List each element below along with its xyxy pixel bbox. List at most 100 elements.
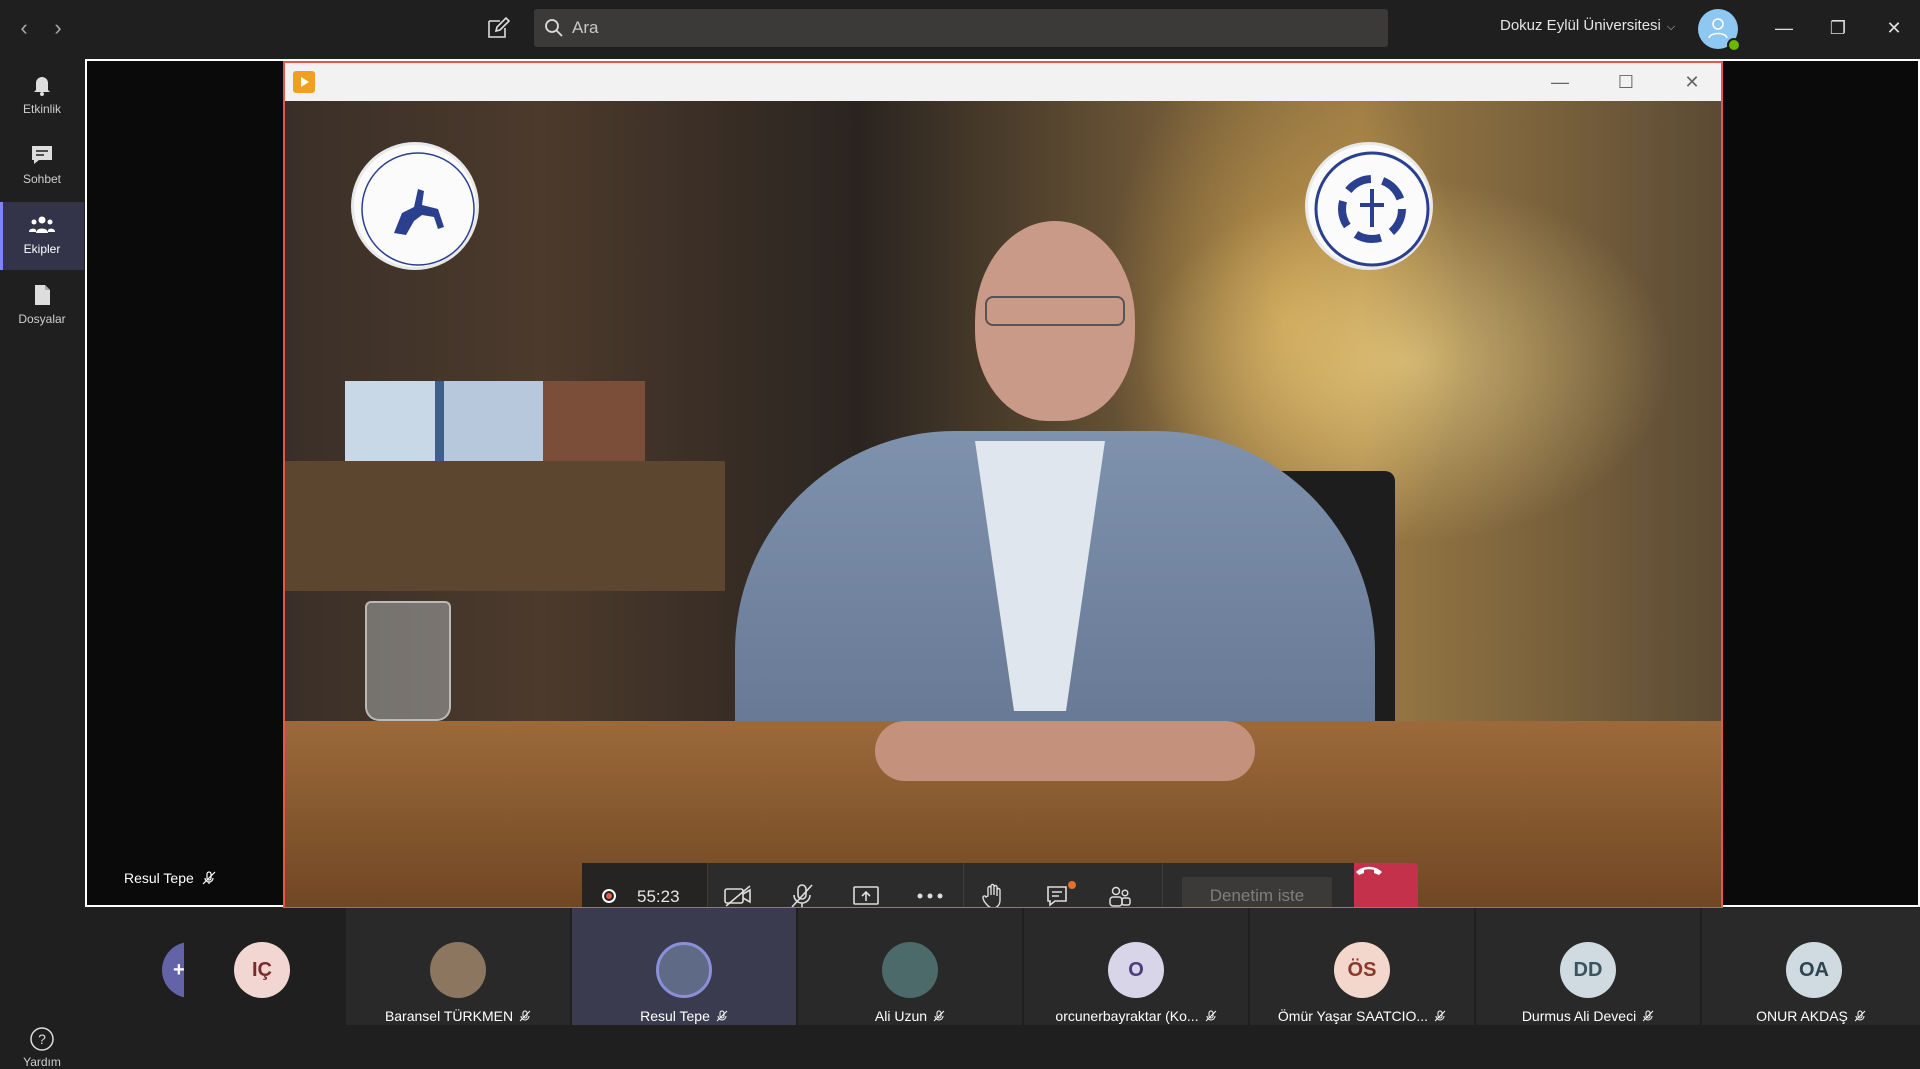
help-icon: ?: [30, 1027, 54, 1051]
participant-tile[interactable]: IÇ: [184, 908, 308, 1025]
search-input[interactable]: [572, 9, 1372, 47]
rail-item-label: Ekipler: [23, 242, 61, 256]
more-actions-button[interactable]: [900, 863, 960, 907]
mic-muted-icon: [1205, 1009, 1217, 1022]
rail-item-files[interactable]: Dosyalar: [0, 272, 84, 340]
bell-icon: [29, 72, 55, 98]
avatar: DD: [1560, 942, 1616, 998]
unread-badge: [1068, 881, 1076, 889]
participant-tile[interactable]: ÖS Ömür Yaşar SAATCIO...: [1250, 908, 1474, 1025]
raise-hand-button[interactable]: [964, 863, 1024, 907]
avatar: IÇ: [234, 942, 290, 998]
participant-name: Ali Uzun: [798, 1008, 1022, 1024]
rail-item-chat[interactable]: Sohbet: [0, 132, 84, 200]
compose-icon[interactable]: [484, 14, 512, 42]
mic-muted-icon: [519, 1009, 531, 1022]
participant-name: Durmus Ali Deveci: [1476, 1008, 1700, 1024]
mic-muted-icon: [1642, 1009, 1654, 1022]
profile-avatar[interactable]: [1698, 9, 1741, 52]
participant-tile[interactable]: Ali Uzun: [798, 908, 1022, 1025]
avatar: [882, 942, 938, 998]
svg-text:?: ?: [38, 1031, 46, 1047]
restore-icon[interactable]: ❐: [1818, 12, 1858, 44]
app-rail: Etkinlik Sohbet Ekipler Dosyalar ? Yardı…: [0, 56, 84, 1069]
file-icon: [29, 282, 55, 308]
mic-button[interactable]: [772, 863, 832, 907]
recording-timer: 55:23: [582, 863, 707, 907]
camera-off-icon: [724, 885, 751, 907]
hang-up-button[interactable]: [1354, 863, 1418, 907]
speaker-name: Resul Tepe: [124, 870, 194, 886]
mic-muted-icon: [1854, 1009, 1866, 1022]
participant-name: orcunerbayraktar (Ko...: [1024, 1008, 1248, 1024]
back-arrow-icon[interactable]: ‹: [10, 14, 38, 42]
request-control-button[interactable]: Denetim iste: [1182, 877, 1332, 907]
hang-up-icon: [1356, 866, 1382, 875]
rail-item-label: Etkinlik: [22, 102, 61, 116]
toolbar-divider: [1162, 863, 1163, 907]
org-name: Dokuz Eylül Üniversitesi: [1500, 17, 1661, 34]
show-conversation-button[interactable]: [1028, 863, 1088, 907]
recording-icon: [602, 889, 616, 903]
raise-hand-icon: [982, 883, 1001, 907]
presence-available-icon: [1727, 38, 1741, 52]
chevron-down-icon: ⌵: [1666, 21, 1676, 33]
search-box[interactable]: [534, 9, 1388, 47]
player-maximize-icon[interactable]: ☐: [1601, 67, 1651, 97]
player-close-icon[interactable]: ✕: [1667, 67, 1717, 97]
title-bar: ‹ › Dokuz Eylül Üniversitesi ⌵ — ❐ ✕: [0, 0, 1920, 56]
org-switcher[interactable]: Dokuz Eylül Üniversitesi ⌵: [1500, 17, 1675, 34]
show-participants-button[interactable]: [1090, 863, 1150, 907]
water-glass: [365, 601, 451, 721]
speaker-glasses: [985, 296, 1125, 326]
rail-item-teams[interactable]: Ekipler: [0, 202, 84, 270]
help-button[interactable]: ? Yardım: [0, 1026, 84, 1069]
conversation-icon: [1047, 886, 1067, 907]
help-label: Yardım: [23, 1055, 61, 1069]
player-title-bar: — ☐ ✕: [285, 63, 1721, 101]
avatar: ÖS: [1334, 942, 1390, 998]
university-logo: [351, 142, 479, 270]
participant-tile[interactable]: OA ONUR AKDAŞ: [1702, 908, 1920, 1025]
speaker-hands: [875, 721, 1255, 781]
video-frame: 55:23 Denetim iste: [285, 101, 1721, 907]
player-minimize-icon[interactable]: —: [1535, 67, 1585, 97]
avatar: O: [1108, 942, 1164, 998]
call-duration: 55:23: [637, 887, 680, 906]
mic-muted-icon: [202, 871, 216, 885]
camera-off-button[interactable]: [708, 863, 768, 907]
mic-muted-icon: [716, 1009, 728, 1022]
participant-tile[interactable]: O orcunerbayraktar (Ko...: [1024, 908, 1248, 1025]
avatar: OA: [1786, 942, 1842, 998]
teams-icon: [29, 212, 55, 238]
more-icon: [917, 893, 943, 899]
participant-name: Baransel TÜRKMEN: [346, 1008, 570, 1024]
mic-muted-icon: [1434, 1009, 1446, 1022]
bookshelf: [285, 461, 725, 591]
rail-item-activity[interactable]: Etkinlik: [0, 62, 84, 130]
chat-icon: [29, 142, 55, 168]
participants-icon: [1109, 886, 1131, 907]
share-screen-icon: [853, 886, 879, 905]
participant-tile[interactable]: Baransel TÜRKMEN: [346, 908, 570, 1025]
share-screen-button[interactable]: [836, 863, 896, 907]
mic-off-icon: [791, 884, 813, 907]
minimize-icon[interactable]: —: [1764, 12, 1804, 44]
avatar: [656, 942, 712, 998]
participant-tile[interactable]: Resul Tepe: [572, 908, 796, 1025]
call-toolbar: 55:23 Denetim iste: [582, 863, 1418, 907]
participant-name: Resul Tepe: [572, 1008, 796, 1024]
participants-strip: +91 IÇ Baransel TÜRKMEN Resul Tepe Ali U…: [84, 908, 1920, 1025]
participant-name: Ömür Yaşar SAATCIO...: [1250, 1008, 1474, 1024]
rail-item-label: Dosyalar: [18, 312, 66, 326]
close-window-icon[interactable]: ✕: [1874, 12, 1914, 44]
speaker-name-label: Resul Tepe: [124, 870, 216, 886]
mic-muted-icon: [933, 1009, 945, 1022]
forward-arrow-icon[interactable]: ›: [44, 14, 72, 42]
rail-item-label: Sohbet: [22, 172, 62, 186]
media-player-app-icon: [293, 71, 315, 93]
shared-screen-window: — ☐ ✕ 55:23 Denetim iste: [283, 61, 1723, 909]
avatar: [430, 942, 486, 998]
search-icon: [544, 18, 564, 38]
participant-tile[interactable]: DD Durmus Ali Deveci: [1476, 908, 1700, 1025]
